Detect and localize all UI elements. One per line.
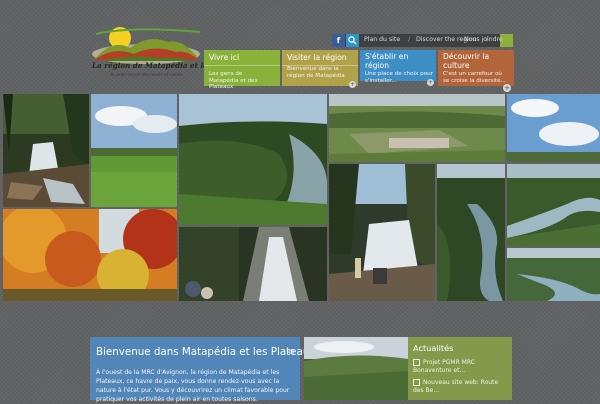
news-item-text: Nouveau site web: Route des Be... <box>413 379 499 394</box>
menu-vivre-ici[interactable]: Vivre ici Les gens de Matapédia et des P… <box>204 50 280 90</box>
menu-subtitle: Une place de choix pour s'installer... <box>365 71 433 84</box>
photo-image <box>91 94 177 207</box>
photo-image <box>507 94 600 162</box>
topnav-link-plan-du-site[interactable]: Plan du site <box>364 36 400 43</box>
welcome-panel: Bienvenue dans Matapédia et les Plateaux… <box>90 337 315 403</box>
news-link-icon <box>413 359 420 366</box>
menu-title: Visiter la région <box>287 53 347 62</box>
photo-image <box>3 209 177 301</box>
photo-blue-sky[interactable] <box>507 94 600 162</box>
photo-forest-river[interactable] <box>437 164 505 301</box>
search-icon <box>348 36 357 45</box>
news-title: Actualités <box>413 343 454 353</box>
menu-s-etablir-en-region[interactable]: S'établir en région Une place de choix p… <box>360 50 436 86</box>
expand-plus-icon[interactable]: + <box>349 81 356 88</box>
photo-image <box>437 164 505 301</box>
news-item-text: Projet PGMR MRC Bonaventure et... <box>413 359 475 374</box>
photo-waterfall-forest[interactable] <box>3 94 89 207</box>
expand-plus-icon[interactable]: + <box>503 84 511 92</box>
news-item[interactable]: Nouveau site web: Route des Be... <box>413 379 509 395</box>
menu-subtitle: C'est un carrefour où se croise la diver… <box>443 71 506 84</box>
photo-aerial-village[interactable] <box>329 94 505 162</box>
photo-autumn-forest[interactable] <box>3 209 177 301</box>
photo-image <box>329 164 435 301</box>
welcome-text: À l'ouest de la MRC d'Avignon, la région… <box>96 369 290 403</box>
news-item[interactable]: Projet PGMR MRC Bonaventure et... <box>413 359 509 375</box>
photo-river-bend[interactable] <box>507 164 600 246</box>
facebook-icon[interactable]: f <box>332 34 345 47</box>
photo-valley-river[interactable] <box>507 248 600 301</box>
logo-title: La région de Matapédia et les Plateaux <box>92 61 250 70</box>
photo-image <box>329 94 505 162</box>
photo-cascade[interactable] <box>179 227 327 301</box>
logo-mountains-graphic <box>92 27 201 64</box>
menu-divider <box>204 65 280 66</box>
logo-subtitle: le jardin secret des monts et vallées <box>110 72 184 77</box>
menu-subtitle: Bienvenue dans la région de Matapédia <box>287 66 345 79</box>
external-link-icon[interactable]: ⧉ <box>288 347 294 357</box>
news-link-icon <box>413 379 420 386</box>
expand-plus-icon[interactable]: + <box>427 79 434 86</box>
search-button[interactable] <box>346 34 359 47</box>
menu-title: Découvrir la culture <box>443 52 490 70</box>
photo-image <box>507 164 600 246</box>
photo-green-field[interactable] <box>91 94 177 207</box>
photo-river-valley[interactable] <box>179 94 327 225</box>
photo-image <box>304 337 408 400</box>
photo-image <box>179 94 327 225</box>
topnav-link-nous-joindre[interactable]: Nous joindre <box>464 36 503 43</box>
menu-decouvrir-la-culture[interactable]: Découvrir la culture C'est un carrefour … <box>438 50 514 86</box>
menu-title: Vivre ici <box>209 53 240 62</box>
menu-visiter-la-region[interactable]: Visiter la région Bienvenue dans la régi… <box>282 50 358 88</box>
menu-title: S'établir en région <box>365 52 409 70</box>
site-logo[interactable]: La région de Matapédia et les Plateaux l… <box>90 24 250 88</box>
topnav-separator: / <box>408 36 411 43</box>
photo-image <box>3 94 89 207</box>
photo-image <box>507 248 600 301</box>
welcome-title[interactable]: Bienvenue dans Matapédia et les Plateaux <box>96 346 315 358</box>
photo-waterfall-visitors[interactable] <box>329 164 435 301</box>
news-panel: Actualités Projet PGMR MRC Bonaventure e… <box>408 337 512 400</box>
photo-image <box>179 227 327 301</box>
menu-subtitle: Les gens de Matapédia et des Plateaux <box>209 71 258 91</box>
photo-landscape-panel[interactable] <box>304 337 408 400</box>
